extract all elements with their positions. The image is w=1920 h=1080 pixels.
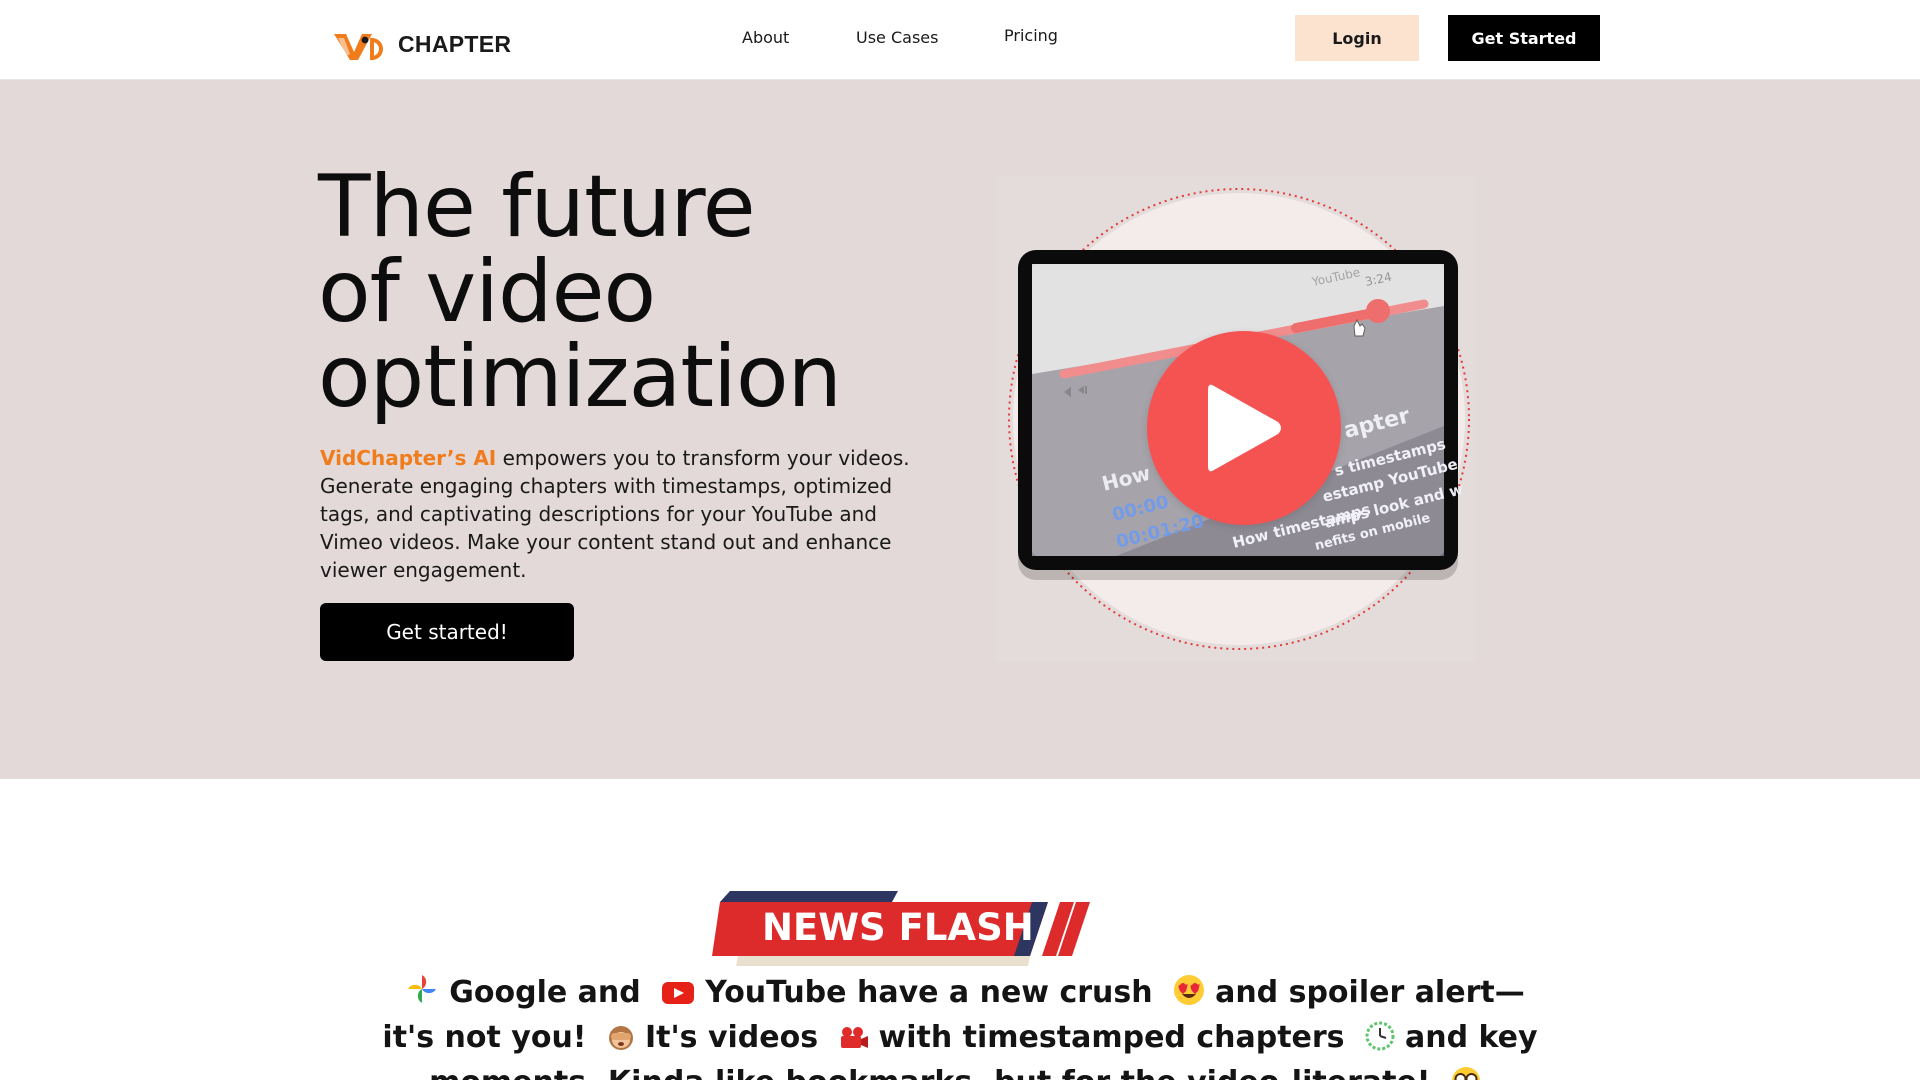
logo[interactable]: CHAPTER — [332, 26, 511, 62]
login-button[interactable]: Login — [1295, 15, 1419, 61]
see-no-evil-monkey-icon — [607, 1021, 635, 1062]
news-segment: with timestamped chapters — [878, 1020, 1345, 1055]
site-header: CHAPTER About Use Cases Pricing Login Ge… — [0, 0, 1920, 80]
brand-name: VidChapter’s AI — [320, 446, 497, 470]
play-icon — [1208, 384, 1281, 472]
news-segment: Google and — [449, 975, 641, 1010]
hero-title-line: of video — [318, 242, 656, 342]
news-segment: It's videos — [644, 1020, 819, 1055]
play-button[interactable] — [1147, 331, 1341, 525]
nerd-face-emoji-icon — [1451, 1066, 1481, 1080]
logo-mark-icon — [334, 34, 383, 60]
nav-use-cases[interactable]: Use Cases — [856, 28, 938, 47]
news-flash-label: NEWS FLASH — [762, 906, 1034, 949]
movie-camera-icon — [839, 1021, 869, 1062]
news-text: Google and YouTube have a new crush and … — [380, 972, 1540, 1080]
hero-title-line: The future — [318, 157, 756, 257]
google-photos-icon — [405, 972, 439, 1017]
hero-description: VidChapter’s AI empowers you to transfor… — [320, 444, 920, 584]
hero-get-started-button[interactable]: Get started! — [320, 603, 574, 661]
hero-title: The future of video optimization — [318, 157, 958, 427]
hero-title-line: optimization — [318, 327, 842, 427]
nav-pricing[interactable]: Pricing — [1004, 26, 1058, 45]
hero-section: The future of video optimization VidChap… — [0, 80, 1920, 779]
news-segment: have a new crush — [856, 975, 1153, 1010]
logo-text: CHAPTER — [398, 30, 512, 57]
get-started-button[interactable]: Get Started — [1448, 15, 1600, 61]
heart-eyes-emoji-icon — [1173, 974, 1205, 1017]
youtube-icon — [661, 976, 695, 1017]
video-illustration: YouTube 3:24 How 00:00 00:01:20 apter s … — [996, 176, 1476, 662]
news-segment: YouTube — [705, 975, 847, 1010]
clock-icon — [1365, 1021, 1395, 1062]
nav-about[interactable]: About — [742, 28, 789, 47]
